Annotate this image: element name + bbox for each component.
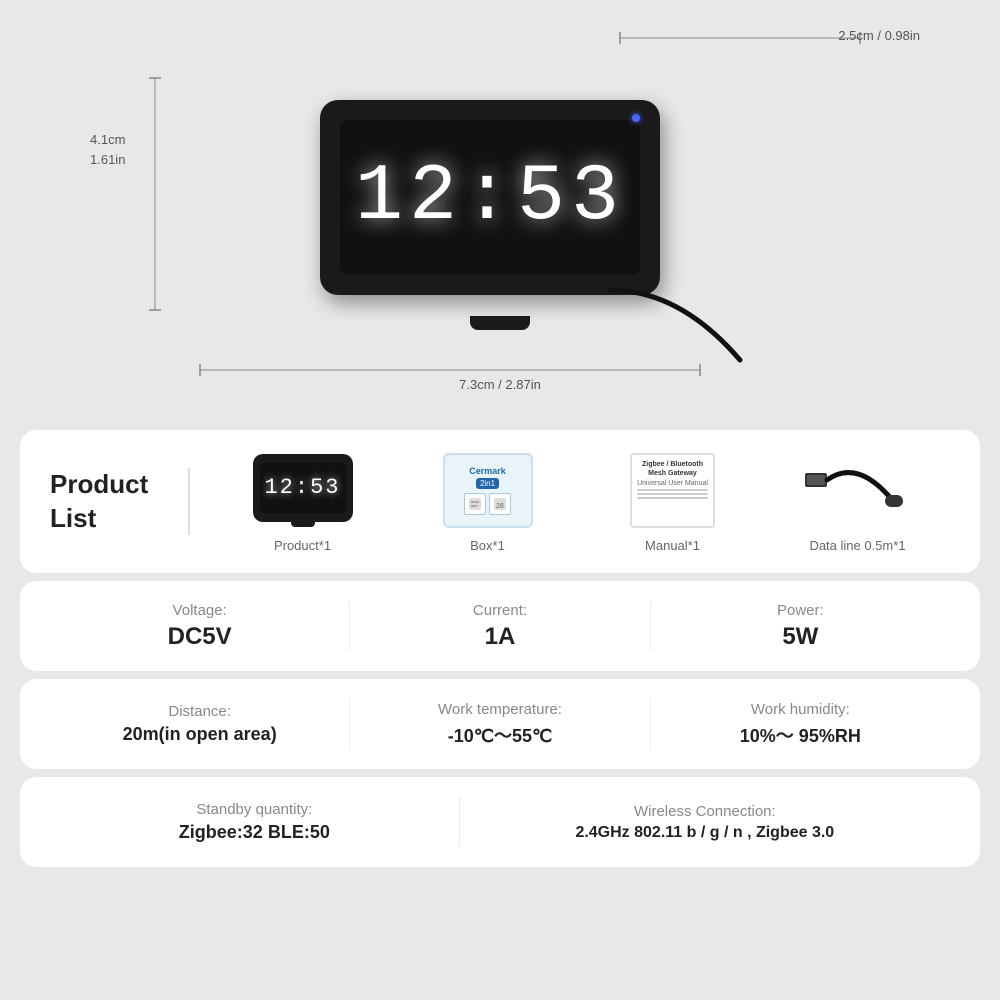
voltage-label: Voltage: [173,602,227,619]
product-list-title: ProductList [50,468,190,536]
spec-standby: Standby quantity: Zigbee:32 BLE:50 [50,801,459,843]
spec-distance: Distance: 20m(in open area) [50,703,349,745]
clock-stand [470,316,530,330]
mini-clock-stand [291,522,315,527]
clock-time-display: 12:53 [355,152,625,243]
clock-led [632,114,640,122]
clock-screen: 12:53 [340,120,640,275]
list-item: Data line 0.5m*1 [803,450,913,553]
power-label: Power: [777,602,824,619]
spec-voltage: Voltage: DC5V [50,602,349,651]
manual-line2 [637,493,708,495]
mini-clock-screen: 12:53 [260,463,346,513]
distance-value: 20m(in open area) [123,724,277,745]
specs-card-row1: Voltage: DC5V Current: 1A Power: 5W [20,581,980,671]
work-temp-label: Work temperature: [438,701,562,718]
product-label: Box*1 [470,538,505,553]
box-content: 28 [464,493,511,515]
wireless-label: Wireless Connection: [634,803,776,820]
manual-subtitle: Universal User Manual [637,480,708,487]
clock-body: 12:53 [320,100,660,295]
mini-clock-time: 12:53 [264,475,340,500]
manual-image: Zigbee / BluetoothMesh Gateway Universal… [630,453,715,528]
current-label: Current: [473,602,527,619]
spec-power: Power: 5W [651,602,950,651]
box-image: Cermark 2in1 28 [443,453,533,528]
dimension-height: 4.1cm 1.61in [90,130,125,169]
work-humidity-value: 10%～ 95%RH [740,722,861,748]
work-humidity-label: Work humidity: [751,701,850,718]
manual-title-text: Zigbee / BluetoothMesh Gateway [637,460,708,478]
power-value: 5W [782,623,818,651]
box-badge: 2in1 [476,478,499,489]
voltage-value: DC5V [168,623,232,651]
product-cable-icon [803,450,913,530]
bottom-section: ProductList 12:53 Product*1 [0,420,1000,877]
svg-text:28: 28 [496,503,504,510]
box-item1 [464,493,486,515]
product-manual-icon: Zigbee / BluetoothMesh Gateway Universal… [618,450,728,530]
clock-device: 12:53 [320,100,680,320]
wireless-value: 2.4GHz 802.11 b / g / n , Zigbee 3.0 [575,824,834,842]
spec-work-temp: Work temperature: -10℃～55℃ [350,701,649,748]
specs-card-row3: Standby quantity: Zigbee:32 BLE:50 Wirel… [20,777,980,867]
spec-wireless: Wireless Connection: 2.4GHz 802.11 b / g… [460,803,950,842]
dimension-depth: 2.5cm / 0.98in [838,28,920,43]
specs-card-row2: Distance: 20m(in open area) Work tempera… [20,679,980,769]
top-section: 2.5cm / 0.98in 4.1cm 1.61in 7.3cm / 2.87… [0,0,1000,420]
manual-line1 [637,489,708,491]
clock-cable-svg [600,280,760,380]
distance-label: Distance: [168,703,231,720]
standby-label: Standby quantity: [196,801,312,818]
usb-cable-image [803,453,913,528]
product-label: Data line 0.5m*1 [809,538,905,553]
specs-row1: Voltage: DC5V Current: 1A Power: 5W [50,601,950,651]
list-item: 12:53 Product*1 [248,450,358,553]
box-item2: 28 [489,493,511,515]
product-items: 12:53 Product*1 Cermark 2in1 [190,450,950,553]
product-clock-icon: 12:53 [248,450,358,530]
list-item: Cermark 2in1 28 Box*1 [433,450,543,553]
specs-row3: Standby quantity: Zigbee:32 BLE:50 Wirel… [50,797,950,847]
product-list-card: ProductList 12:53 Product*1 [20,430,980,573]
spec-work-humidity: Work humidity: 10%～ 95%RH [651,701,950,748]
product-label: Product*1 [274,538,331,553]
mini-clock-image: 12:53 [253,454,353,522]
spec-current: Current: 1A [350,602,649,651]
standby-value: Zigbee:32 BLE:50 [179,822,330,843]
manual-line3 [637,497,708,499]
list-item: Zigbee / BluetoothMesh Gateway Universal… [618,450,728,553]
box-brand-text: Cermark [469,466,506,476]
work-temp-value: -10℃～55℃ [448,722,552,748]
product-box-icon: Cermark 2in1 28 [433,450,543,530]
specs-row2: Distance: 20m(in open area) Work tempera… [50,699,950,749]
current-value: 1A [485,623,516,651]
product-label: Manual*1 [645,538,700,553]
clock-device-container: 12:53 [250,60,750,380]
